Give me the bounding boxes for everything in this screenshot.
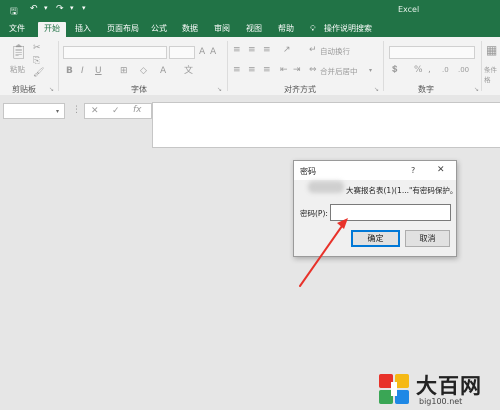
watermark-brand: 大百网 [416,374,482,398]
watermark-logo-icon [379,374,409,404]
annotation-arrow [299,218,348,287]
watermark-url: big100.net [419,397,463,406]
watermark: 大百网 big100.net [375,368,500,410]
